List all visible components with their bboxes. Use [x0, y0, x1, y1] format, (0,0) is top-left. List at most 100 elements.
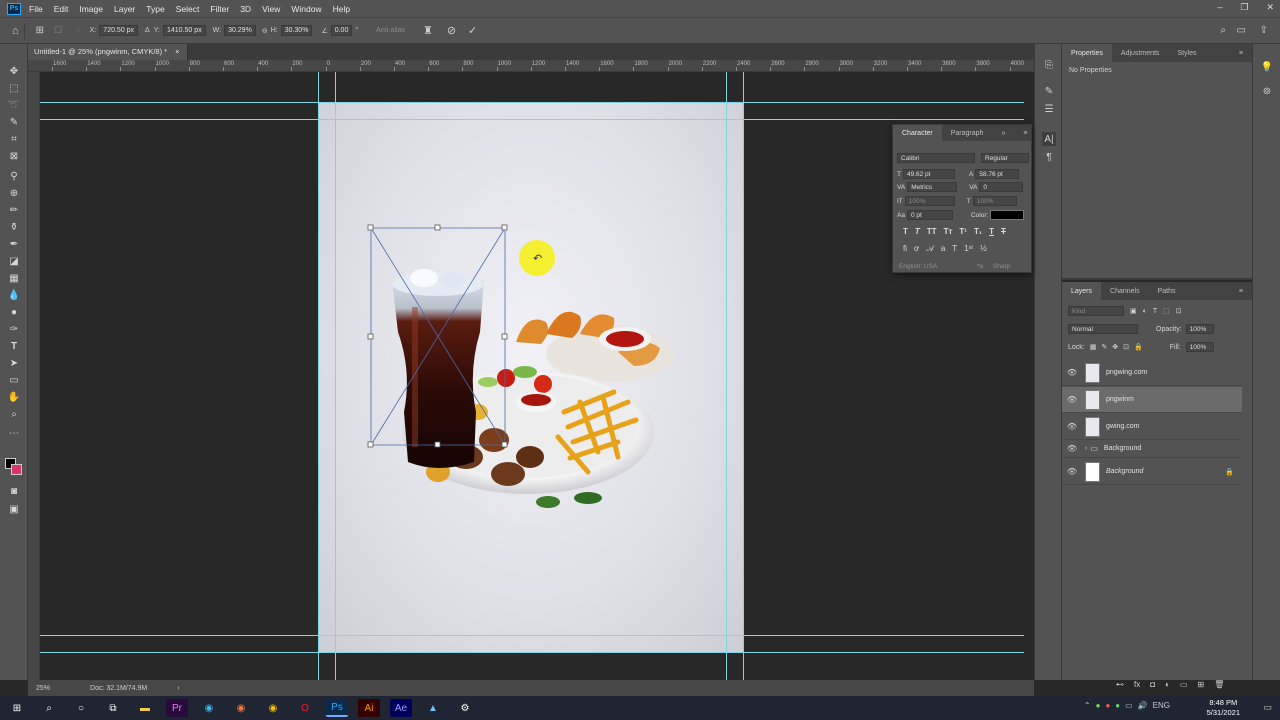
close-icon[interactable]: ✕ — [1266, 2, 1274, 13]
libraries-icon[interactable]: ⊚ — [1260, 84, 1274, 98]
type-tool-icon[interactable]: T — [6, 339, 22, 353]
blend-mode-select[interactable]: Normal — [1068, 324, 1138, 334]
paragraph-icon[interactable]: ¶ — [1042, 150, 1056, 164]
taskbar-clock[interactable]: 8:48 PM 5/31/2021 — [1207, 698, 1240, 718]
warp-icon[interactable]: ♜ — [423, 24, 433, 37]
visibility-eye-icon[interactable]: 👁 — [1062, 467, 1082, 476]
menu-window[interactable]: Window — [291, 4, 321, 14]
guide-horizontal[interactable] — [40, 652, 1024, 653]
tab-paths[interactable]: Paths — [1149, 288, 1185, 295]
move-tool-icon[interactable]: ✥ — [6, 64, 22, 78]
background-color-swatch[interactable] — [11, 464, 22, 475]
char-menu-icon[interactable]: ≡ — [1014, 130, 1036, 137]
menu-file[interactable]: File — [29, 4, 43, 14]
subscript-button[interactable]: T₁ — [974, 227, 982, 236]
commit-transform-icon[interactable]: ✓ — [468, 24, 477, 37]
cancel-transform-icon[interactable]: ⊘ — [447, 24, 456, 37]
guide-horizontal[interactable] — [40, 635, 1024, 636]
menu-image[interactable]: Image — [79, 4, 103, 14]
layer-name[interactable]: gwing.com — [1106, 423, 1139, 430]
lock-move-icon[interactable]: ✥ — [1112, 343, 1118, 351]
visibility-eye-icon[interactable]: 👁 — [1062, 444, 1082, 453]
faux-bold-button[interactable]: T — [903, 227, 908, 236]
canvas-workspace[interactable]: ↶ — [40, 72, 1024, 680]
tray-icon[interactable]: ⌃ — [1084, 701, 1091, 710]
leading-field[interactable]: 58.76 pt — [975, 169, 1020, 179]
document-canvas[interactable]: ↶ — [318, 102, 743, 652]
layer-row-selected[interactable]: 👁 pngwinm — [1062, 387, 1242, 413]
network-icon[interactable]: ▭ — [1125, 701, 1133, 710]
underline-button[interactable]: T — [989, 227, 994, 236]
document-tab[interactable]: Untitled-1 @ 25% (pngwinm, CMYK/8) * × — [28, 44, 188, 60]
search-icon[interactable]: ⌕ — [38, 699, 60, 717]
ref-point-icon[interactable]: ⁘ — [74, 25, 82, 36]
guide-vertical[interactable] — [743, 72, 744, 680]
guide-vertical[interactable] — [726, 72, 727, 680]
language-indicator[interactable]: ENG — [1153, 701, 1170, 710]
photoshop-taskbar-icon[interactable]: Ps — [326, 699, 348, 717]
new-layer-icon[interactable]: ⊞ — [1197, 680, 1204, 689]
layer-name[interactable]: pngwinm — [1106, 396, 1134, 403]
lock-artboard-icon[interactable]: ⊡ — [1123, 343, 1129, 351]
firefox-icon[interactable]: ◉ — [230, 699, 252, 717]
more-tools-icon[interactable]: ⋯ — [6, 426, 22, 440]
fractions-button[interactable]: ½ — [980, 244, 987, 254]
expand-chevron-icon[interactable]: › — [1085, 445, 1087, 452]
healing-tool-icon[interactable]: ⊕ — [6, 186, 22, 200]
screen-mode-icon[interactable]: ▣ — [6, 502, 22, 516]
text-color-swatch[interactable] — [990, 210, 1025, 220]
height-field[interactable]: 30.30% — [280, 25, 313, 36]
workspace-icon[interactable]: ▭ — [1237, 25, 1246, 36]
illustrator-icon[interactable]: Ai — [358, 699, 380, 717]
tab-character[interactable]: Character — [893, 125, 942, 141]
menu-select[interactable]: Select — [176, 4, 200, 14]
superscript-button[interactable]: T¹ — [959, 227, 967, 236]
volume-icon[interactable]: 🔊 — [1138, 701, 1148, 710]
tab-layers[interactable]: Layers — [1062, 282, 1102, 300]
tray-icon[interactable]: ● — [1096, 701, 1101, 710]
filter-pixel-icon[interactable]: ▣ — [1130, 307, 1137, 315]
menu-edit[interactable]: Edit — [54, 4, 69, 14]
cortana-icon[interactable]: ○ — [70, 699, 92, 717]
chrome-icon[interactable]: ◉ — [262, 699, 284, 717]
lasso-tool-icon[interactable]: ➰ — [6, 98, 22, 112]
task-view-icon[interactable]: ⧉ — [102, 699, 124, 717]
frame-tool-icon[interactable]: ⊠ — [6, 149, 22, 163]
checkbox-icon[interactable]: ☐ — [54, 25, 62, 36]
eraser-tool-icon[interactable]: ◪ — [6, 254, 22, 268]
hand-tool-icon[interactable]: ✋ — [6, 390, 22, 404]
character-icon[interactable]: A| — [1042, 132, 1056, 146]
filter-shape-icon[interactable]: ⬚ — [1163, 307, 1170, 315]
layer-row[interactable]: 👁 pngwing.com — [1062, 360, 1242, 386]
tray-icon[interactable]: ● — [1105, 701, 1110, 710]
add-mask-icon[interactable]: ◘ — [1150, 680, 1155, 689]
crop-tool-icon[interactable]: ⌗ — [6, 132, 22, 146]
dodge-tool-icon[interactable]: ● — [6, 305, 22, 319]
photos-icon[interactable]: ▲ — [422, 699, 444, 717]
layers-menu-icon[interactable]: ≡ — [1230, 288, 1252, 295]
vertical-scale-field[interactable]: 100% — [904, 196, 955, 206]
filter-type-icon[interactable]: T — [1153, 308, 1157, 315]
x-field[interactable]: 720.50 px — [99, 25, 139, 36]
fx-icon[interactable]: fx — [1134, 680, 1140, 689]
close-tab-icon[interactable]: × — [175, 47, 179, 56]
pen-tool-icon[interactable]: ✑ — [6, 322, 22, 336]
tab-adjustments[interactable]: Adjustments — [1112, 50, 1169, 57]
kerning-field[interactable]: Metrics — [907, 182, 958, 192]
history-brush-tool-icon[interactable]: ✒ — [6, 237, 22, 251]
lock-brush-icon[interactable]: ✎ — [1101, 343, 1107, 351]
tab-properties[interactable]: Properties — [1062, 44, 1112, 62]
tracking-field[interactable]: 0 — [979, 182, 1024, 192]
path-select-tool-icon[interactable]: ➤ — [6, 356, 22, 370]
marquee-tool-icon[interactable]: ⬚ — [6, 81, 22, 95]
photoshop-logo-icon[interactable]: Ps — [7, 2, 21, 15]
layer-filter-search[interactable]: Kind — [1068, 306, 1124, 316]
share-icon[interactable]: ⇪ — [1260, 25, 1268, 36]
small-caps-button[interactable]: Tᴛ — [944, 227, 953, 236]
transform-reference-icon[interactable]: ⊞ — [36, 25, 44, 36]
link-icon[interactable]: ⊖ — [262, 27, 268, 35]
layer-name[interactable]: pngwing.com — [1106, 369, 1147, 376]
language-select[interactable]: English: USA — [899, 263, 971, 270]
history-icon[interactable]: ⎘ — [1042, 58, 1056, 72]
link-layers-icon[interactable]: ⊷ — [1116, 680, 1124, 689]
